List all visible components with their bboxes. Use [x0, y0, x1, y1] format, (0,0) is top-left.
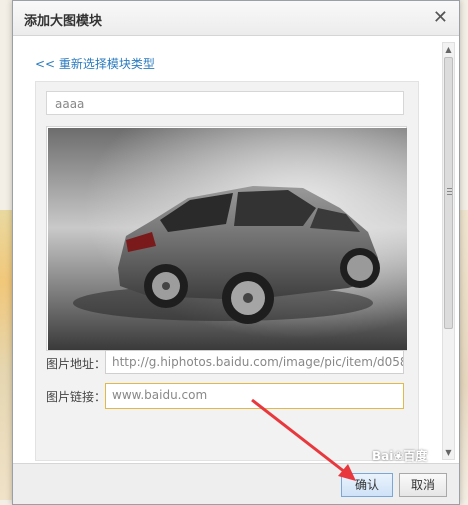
- image-link-label: 图片链接：: [46, 390, 107, 404]
- confirm-button[interactable]: 确认: [341, 473, 393, 497]
- grip-line: [447, 191, 452, 192]
- car-image: [48, 128, 407, 350]
- grip-line: [447, 188, 452, 189]
- dialog-title: 添加大图模块: [24, 14, 103, 29]
- dialog-titlebar: 添加大图模块 ✕: [13, 1, 459, 36]
- close-icon[interactable]: ✕: [433, 7, 448, 28]
- dialog-body: << 重新选择模块类型 aaaa 图片地址： http://g.hiphotos…: [13, 36, 459, 464]
- cancel-button[interactable]: 取消: [399, 473, 447, 497]
- grip-line: [447, 194, 452, 195]
- image-url-label: 图片地址：: [46, 357, 107, 371]
- image-url-input[interactable]: http://g.hiphotos.baidu.com/image/pic/it…: [105, 350, 404, 374]
- add-image-module-dialog: 添加大图模块 ✕ << 重新选择模块类型 aaaa 图片地址： http://g…: [12, 0, 460, 505]
- image-preview: [46, 126, 407, 351]
- scroll-up-arrow-icon[interactable]: ▲: [443, 44, 454, 55]
- module-title-input[interactable]: aaaa: [46, 91, 404, 115]
- image-link-input[interactable]: www.baidu.com: [105, 383, 404, 409]
- dialog-footer: 确认 取消: [13, 463, 459, 504]
- scrollbar-thumb[interactable]: [444, 57, 453, 329]
- module-form-panel: aaaa 图片地址： http://g.hiphotos.baidu.com/i…: [35, 81, 419, 461]
- reselect-module-type-link[interactable]: << 重新选择模块类型: [35, 55, 155, 72]
- baidu-watermark: Bai❀百度: [372, 449, 428, 463]
- dialog-scrollbar[interactable]: ▲ ▼: [442, 42, 455, 460]
- scroll-down-arrow-icon[interactable]: ▼: [443, 447, 454, 458]
